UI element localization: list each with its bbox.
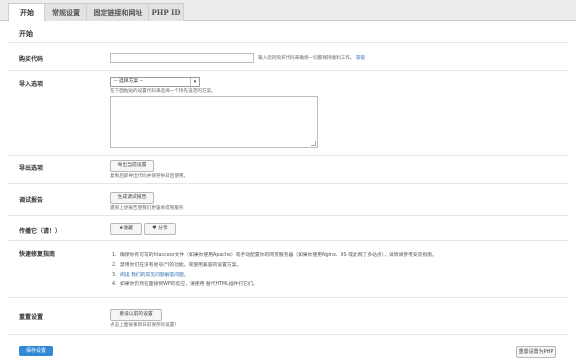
favorite-button[interactable]: ★收藏 bbox=[110, 223, 142, 235]
list-item: 2. 禁用你们在没有星号(*)的功能。或使用兼容的设置方案。 bbox=[112, 261, 437, 271]
tab-permalinks[interactable]: 固定链接和网址 bbox=[86, 3, 150, 21]
quick-fix-guide-label: 快速修复指南 bbox=[19, 251, 56, 258]
divider bbox=[8, 215, 568, 216]
reset-settings-label: 重置设置 bbox=[19, 314, 44, 321]
list-item: 4. 如果你仍然在面接到WP的反应，请使用 替代HTML插件打它们。 bbox=[112, 280, 437, 290]
preset-select[interactable]: -- 选择方案 -- ▾ bbox=[110, 77, 200, 87]
export-settings-button[interactable]: 导出当前设置 bbox=[110, 160, 154, 172]
generate-debug-report-button[interactable]: 生成调试报告 bbox=[110, 192, 154, 204]
reset-settings-button[interactable]: 重置设置为PHP bbox=[516, 346, 556, 358]
divider bbox=[8, 297, 568, 298]
faq-link[interactable]: 阅读 我们的常见问题解答问题。 bbox=[120, 273, 189, 278]
list-number: 2. bbox=[112, 262, 117, 268]
list-text: 确保你有可写的htaccess文件（如果你使用Apache）或手动配置你的网页服… bbox=[120, 253, 437, 258]
list-number: 4. bbox=[112, 282, 117, 288]
quick-fix-list: 1. 确保你有可写的htaccess文件（如果你使用Apache）或手动配置你的网… bbox=[112, 251, 437, 290]
tab-start[interactable]: 开始 bbox=[8, 3, 46, 22]
save-settings-button[interactable]: 保存设置 bbox=[19, 346, 53, 356]
preset-select-value: -- 选择方案 -- bbox=[114, 79, 144, 84]
divider bbox=[8, 70, 568, 71]
list-text: 禁用你们在没有星号(*)的功能。或使用兼容的设置方案。 bbox=[120, 262, 242, 268]
list-number: 1. bbox=[112, 253, 117, 258]
purchase-code-label: 购买代码 bbox=[19, 56, 44, 63]
list-item: 1. 确保你有可写的htaccess文件（如果你使用Apache）或手动配置你的网… bbox=[112, 251, 437, 261]
divider bbox=[8, 334, 568, 335]
divider bbox=[8, 240, 568, 241]
import-options-label: 导入选项 bbox=[19, 81, 44, 88]
list-text: 如果你仍然在面接到WP的反应，请使用 替代HTML插件打它们。 bbox=[120, 282, 258, 288]
list-number: 3. bbox=[112, 272, 117, 278]
page-title: 开始 bbox=[19, 29, 33, 38]
export-hint: 复制后即导出代码并保存供日后使用。 bbox=[110, 174, 189, 179]
purchase-code-input[interactable] bbox=[110, 53, 254, 63]
divider bbox=[8, 42, 568, 43]
debug-report-label: 调试报告 bbox=[19, 197, 44, 204]
resize-handle-icon[interactable] bbox=[311, 141, 316, 146]
chevron-down-icon: ▾ bbox=[190, 78, 199, 86]
list-item: 3. 阅读 我们的常见问题解答问题。 bbox=[112, 271, 437, 281]
divider bbox=[8, 183, 568, 184]
divider bbox=[8, 155, 568, 156]
tab-general-settings[interactable]: 常规设置 bbox=[44, 3, 88, 21]
purchase-code-hint: 输入您的购买代码来确保一切都保持顺利工作。 获取 bbox=[258, 55, 365, 61]
debug-hint: 遇到上述报告使我们更容易得到服务 bbox=[110, 206, 184, 211]
share-label: 传播它（请！） bbox=[19, 228, 62, 235]
reset-hint: 点击上面按重新日前保存的设置！ bbox=[110, 323, 179, 328]
import-code-textarea[interactable] bbox=[110, 96, 318, 148]
purchase-code-get-link[interactable]: 获取 bbox=[356, 56, 365, 61]
tab-php-id[interactable]: PHP ID bbox=[148, 3, 184, 21]
export-options-label: 导出选项 bbox=[19, 165, 44, 172]
tab-bar: 开始 常规设置 固定链接和网址 PHP ID bbox=[0, 0, 576, 22]
restore-previous-settings-button[interactable]: 重设以前的设置 bbox=[110, 309, 162, 321]
share-button[interactable]: ♥ 分享 bbox=[144, 223, 176, 235]
import-hint: 在下面粘贴的设置代码来选择一个持先设定的方案。 bbox=[110, 89, 216, 94]
purchase-code-hint-text: 输入您的购买代码来确保一切都保持顺利工作。 bbox=[258, 56, 355, 61]
